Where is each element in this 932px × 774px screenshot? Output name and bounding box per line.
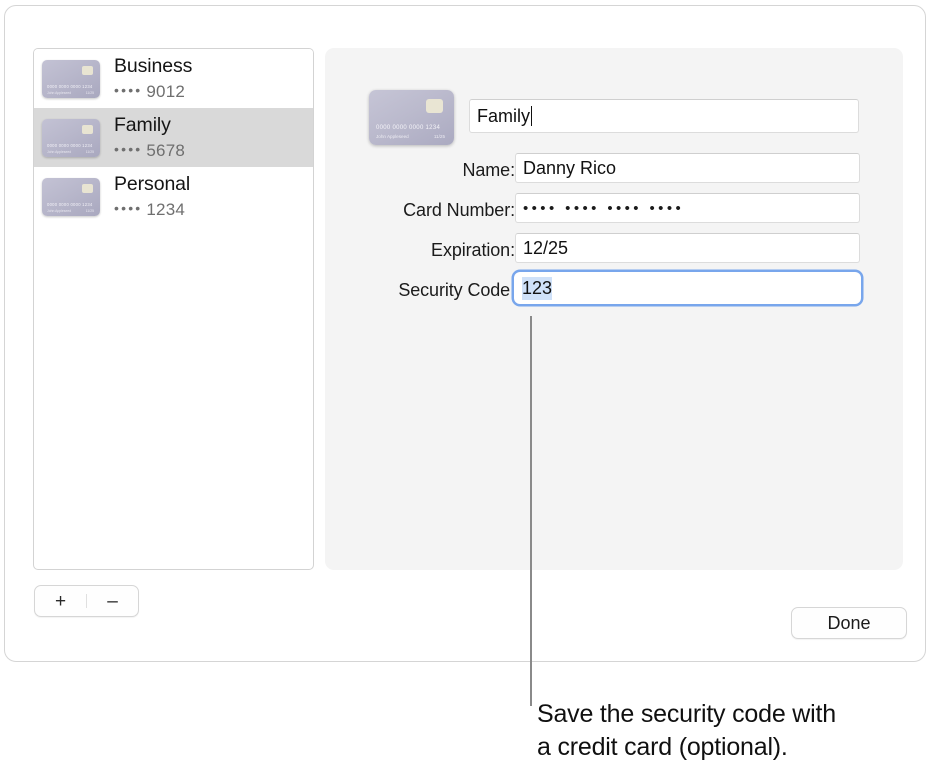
- list-item-subtitle: ••••5678: [114, 142, 185, 159]
- masked-dots: ••••: [114, 82, 142, 98]
- list-item-subtitle: ••••1234: [114, 201, 190, 218]
- callout-leader-line: [530, 316, 532, 706]
- list-item[interactable]: 0000 0000 0000 1234 John Appleseed 11/25…: [34, 167, 313, 226]
- list-item-last4: 1234: [146, 200, 185, 219]
- credit-card-icon: 0000 0000 0000 1234 John Appleseed 11/25: [42, 119, 100, 157]
- expiration-input[interactable]: 12/25: [515, 233, 860, 263]
- list-item[interactable]: 0000 0000 0000 1234 John Appleseed 11/25…: [34, 49, 313, 108]
- name-input[interactable]: Danny Rico: [515, 153, 860, 183]
- credit-card-icon: 0000 0000 0000 1234 John Appleseed 11/25: [42, 60, 100, 98]
- card-number-input[interactable]: •••• •••• •••• ••••: [515, 193, 860, 223]
- expiration-label: Expiration:: [315, 240, 515, 261]
- card-thumb-name: John Appleseed: [47, 150, 71, 154]
- card-title-value: Family: [477, 106, 530, 127]
- list-item-title: Business: [114, 57, 192, 77]
- list-item-text: Personal ••••1234: [114, 175, 190, 218]
- text-cursor: [531, 106, 532, 126]
- add-remove-segmented-control[interactable]: + –: [34, 585, 139, 617]
- security-code-value: 123: [522, 277, 552, 300]
- callout-line-1: Save the security code with: [537, 698, 932, 731]
- add-card-button[interactable]: +: [35, 586, 86, 616]
- name-label: Name:: [315, 160, 515, 181]
- expiration-value: 12/25: [523, 238, 568, 259]
- card-thumb-name: John Appleseed: [47, 209, 71, 213]
- card-chip-icon: [82, 184, 93, 193]
- card-preview-number: 0000 0000 0000 1234: [376, 125, 440, 131]
- list-item-text: Family ••••5678: [114, 116, 185, 159]
- security-code-label: Security Code:: [315, 280, 515, 301]
- screenshot-root: 0000 0000 0000 1234 John Appleseed 11/25…: [0, 0, 932, 774]
- credit-cards-window: 0000 0000 0000 1234 John Appleseed 11/25…: [4, 5, 926, 662]
- card-thumb-expiry: 11/25: [86, 91, 94, 95]
- card-number-label: Card Number:: [315, 200, 515, 221]
- list-item-title: Personal: [114, 175, 190, 195]
- list-item-last4: 9012: [146, 82, 185, 101]
- card-thumb-number: 0000 0000 0000 1234: [47, 143, 93, 148]
- security-code-input[interactable]: 123: [515, 273, 860, 303]
- callout-text: Save the security code with a credit car…: [537, 698, 932, 764]
- list-item-last4: 5678: [146, 141, 185, 160]
- masked-dots: ••••: [114, 141, 142, 157]
- card-thumb-expiry: 11/25: [86, 150, 94, 154]
- card-preview-name: John Appleseed: [376, 134, 409, 139]
- card-chip-icon: [82, 125, 93, 134]
- card-thumb-number: 0000 0000 0000 1234: [47, 202, 93, 207]
- card-thumb-name: John Appleseed: [47, 91, 71, 95]
- remove-card-button[interactable]: –: [87, 586, 138, 616]
- card-list[interactable]: 0000 0000 0000 1234 John Appleseed 11/25…: [33, 48, 314, 570]
- list-item-title: Family: [114, 116, 185, 136]
- list-item-subtitle: ••••9012: [114, 83, 192, 100]
- credit-card-icon: 0000 0000 0000 1234 John Appleseed 11/25: [42, 178, 100, 216]
- card-thumb-expiry: 11/25: [86, 209, 94, 213]
- card-preview-expiry: 11/25: [434, 134, 445, 139]
- card-chip-icon: [82, 66, 93, 75]
- credit-card-preview-icon: 0000 0000 0000 1234 John Appleseed 11/25: [369, 90, 454, 145]
- list-item-text: Business ••••9012: [114, 57, 192, 100]
- masked-dots: ••••: [114, 200, 142, 216]
- card-title-input[interactable]: Family: [469, 99, 859, 133]
- name-value: Danny Rico: [523, 158, 616, 179]
- card-number-value: •••• •••• •••• ••••: [523, 200, 684, 217]
- card-thumb-number: 0000 0000 0000 1234: [47, 84, 93, 89]
- done-button[interactable]: Done: [791, 607, 907, 639]
- list-item[interactable]: 0000 0000 0000 1234 John Appleseed 11/25…: [34, 108, 313, 167]
- callout-line-2: a credit card (optional).: [537, 731, 932, 764]
- card-chip-icon: [426, 99, 443, 113]
- card-detail-panel: 0000 0000 0000 1234 John Appleseed 11/25…: [325, 48, 903, 570]
